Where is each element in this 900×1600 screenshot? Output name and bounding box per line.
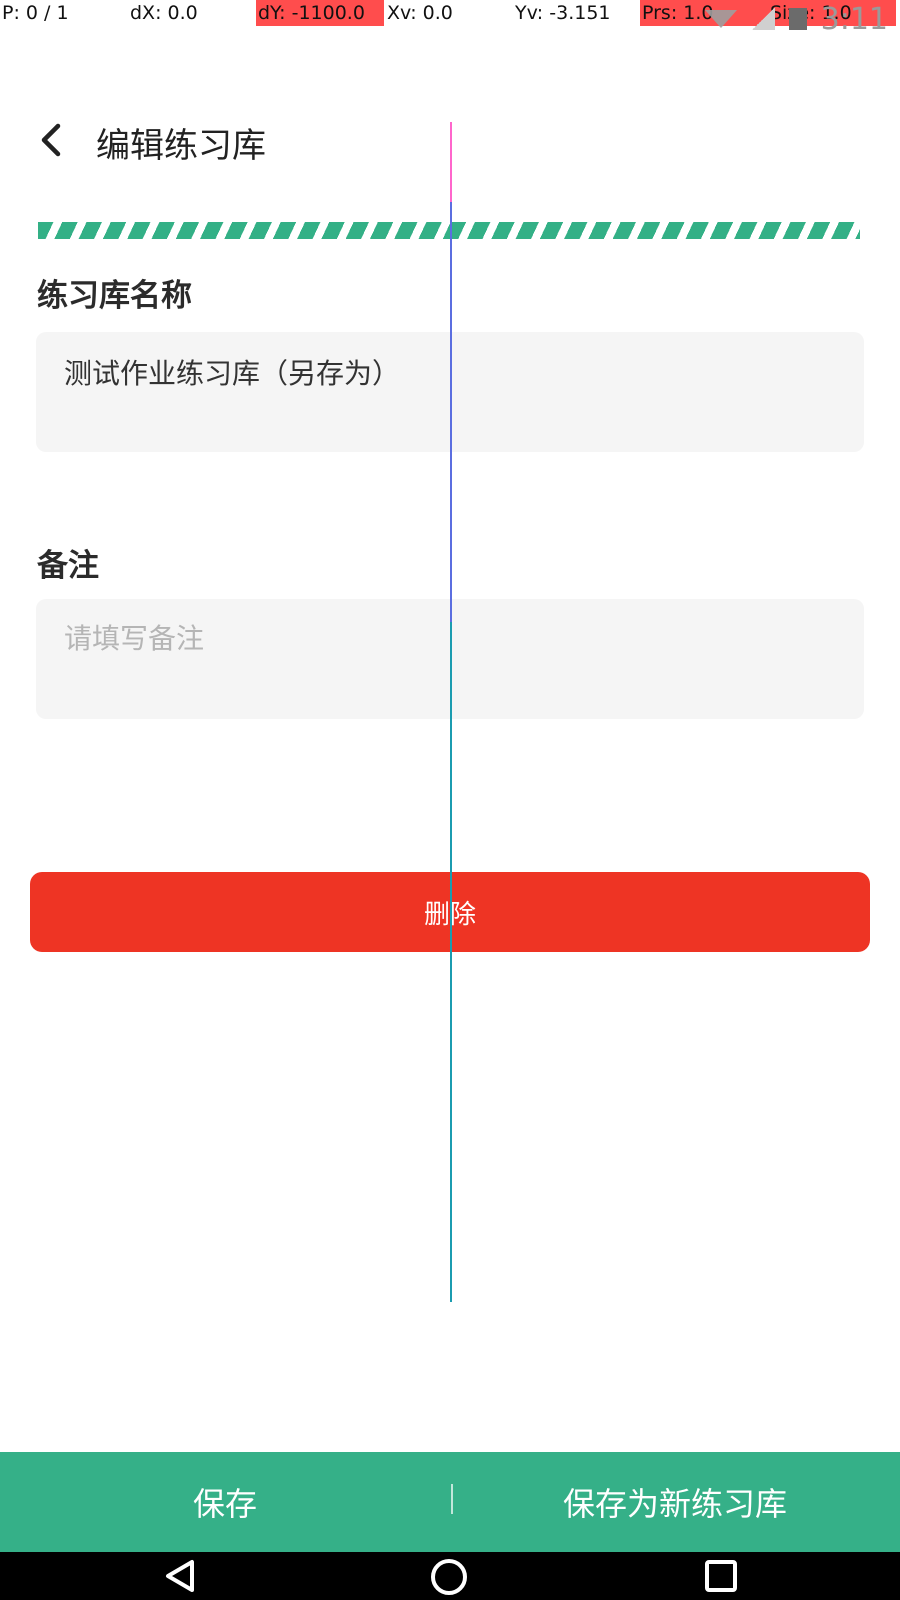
delta-y: dY: -1100.0 — [256, 0, 384, 26]
chevron-left-icon[interactable] — [34, 120, 68, 160]
name-input[interactable] — [62, 354, 826, 389]
velocity-x: Xv: 0.0 — [387, 2, 453, 24]
remark-input[interactable] — [62, 621, 826, 656]
wifi-icon — [704, 10, 737, 28]
bottom-action-bar: 保存 保存为新练习库 — [0, 1452, 900, 1552]
name-field-label: 练习库名称 — [37, 278, 192, 314]
save-as-new-button[interactable]: 保存为新练习库 — [450, 1452, 900, 1552]
back-triangle-icon[interactable] — [162, 1558, 198, 1598]
bottom-bar-divider — [451, 1484, 453, 1514]
recents-square-icon[interactable] — [703, 1558, 739, 1598]
touch-trace-line — [450, 122, 452, 1302]
remark-field-label: 备注 — [37, 548, 99, 584]
home-circle-icon[interactable] — [430, 1558, 468, 1600]
pointer-count: P: 0 / 1 — [2, 2, 69, 24]
velocity-y: Yv: -3.151 — [515, 2, 611, 24]
status-bar: 3:11 — [704, 1, 888, 37]
status-clock: 3:11 — [820, 1, 888, 37]
no-signal-icon — [750, 8, 775, 30]
page-title: 编辑练习库 — [96, 126, 266, 166]
save-button[interactable]: 保存 — [0, 1452, 450, 1552]
hatched-progress-divider — [38, 222, 860, 239]
battery-icon — [788, 8, 807, 30]
delta-x: dX: 0.0 — [130, 2, 198, 24]
system-navigation-bar — [0, 1552, 900, 1600]
